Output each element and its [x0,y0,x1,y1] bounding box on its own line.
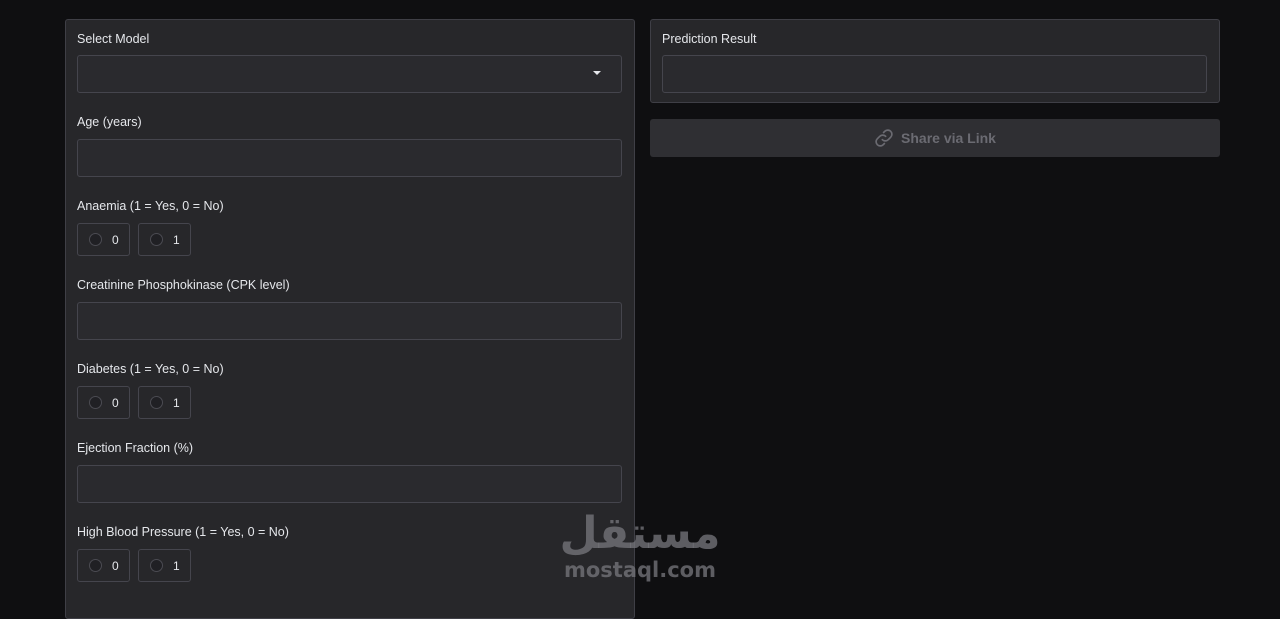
watermark-url-text: mostaql.com [564,558,716,582]
diabetes-option-0[interactable]: 0 [77,386,130,419]
high-blood-pressure-label: High Blood Pressure (1 = Yes, 0 = No) [77,525,289,539]
mostaql-watermark: مستقل mostaql.com [555,510,725,590]
select-model-label: Select Model [77,32,150,46]
ejection-fraction-input[interactable] [77,465,622,503]
chevron-down-icon [593,71,601,75]
diabetes-option-0-label: 0 [112,396,119,410]
cpk-input[interactable] [77,302,622,340]
share-via-link-button[interactable]: Share via Link [650,119,1220,157]
watermark-arabic-text: مستقل [559,508,721,559]
result-panel: Prediction Result [650,19,1220,103]
anaemia-option-0-label: 0 [112,233,119,247]
radio-icon [89,233,102,246]
radio-icon [150,396,163,409]
prediction-result-output [662,55,1207,93]
diabetes-label: Diabetes (1 = Yes, 0 = No) [77,362,224,376]
age-label: Age (years) [77,115,142,129]
diabetes-option-1-label: 1 [173,396,180,410]
anaemia-option-1[interactable]: 1 [138,223,191,256]
hbp-option-0[interactable]: 0 [77,549,130,582]
diabetes-option-1[interactable]: 1 [138,386,191,419]
radio-icon [89,396,102,409]
prediction-result-label: Prediction Result [662,32,757,46]
hbp-option-0-label: 0 [112,559,119,573]
age-input[interactable] [77,139,622,177]
radio-icon [150,233,163,246]
hbp-option-1-label: 1 [173,559,180,573]
anaemia-option-1-label: 1 [173,233,180,247]
cpk-label: Creatinine Phosphokinase (CPK level) [77,278,290,292]
select-model-dropdown[interactable] [77,55,622,93]
radio-icon [150,559,163,572]
hbp-option-1[interactable]: 1 [138,549,191,582]
ejection-fraction-label: Ejection Fraction (%) [77,441,194,455]
anaemia-option-0[interactable]: 0 [77,223,130,256]
link-icon [875,129,893,147]
share-via-link-label: Share via Link [901,130,996,146]
radio-icon [89,559,102,572]
input-panel: Select Model Age (years) Anaemia (1 = Ye… [65,19,635,619]
anaemia-label: Anaemia (1 = Yes, 0 = No) [77,199,224,213]
